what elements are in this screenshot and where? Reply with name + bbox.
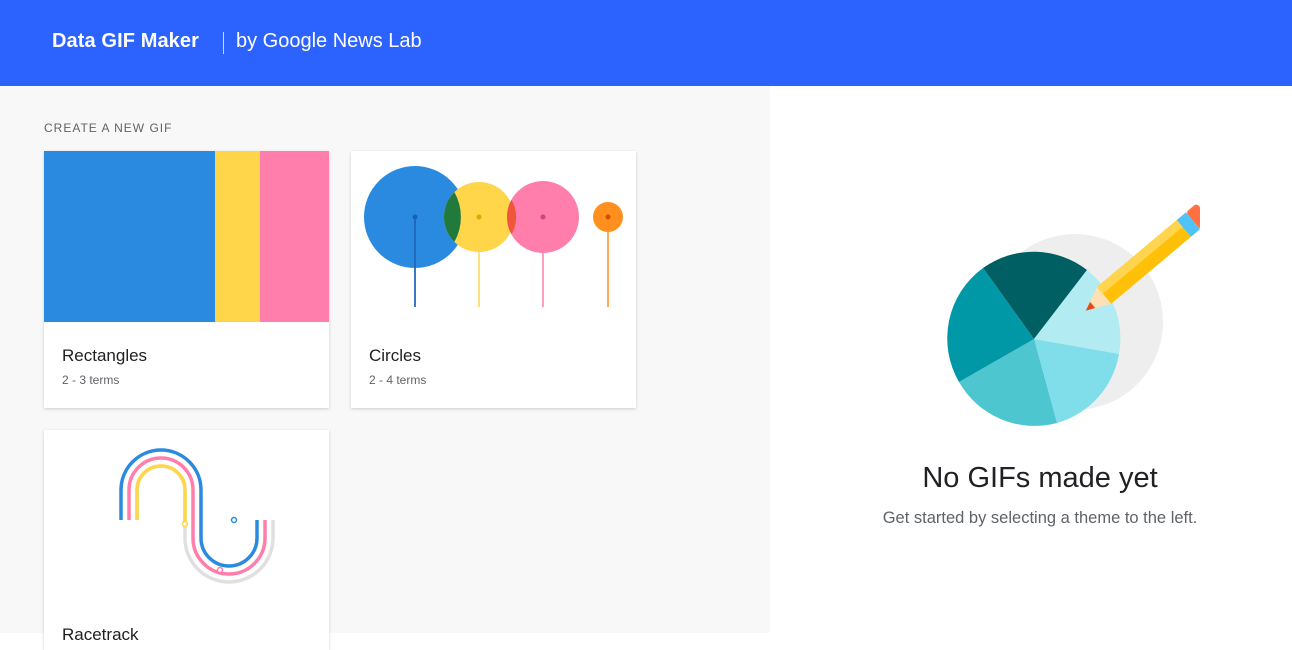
header-divider [223, 32, 224, 54]
empty-state-title: No GIFs made yet [922, 462, 1158, 494]
card-racetrack[interactable]: Racetrack [44, 430, 329, 650]
gallery-panel: No GIFs made yet Get started by selectin… [770, 86, 1292, 633]
section-title: CREATE A NEW GIF [44, 121, 173, 135]
circles-thumbnail [364, 166, 623, 307]
pie-chart-pencil-illustration [947, 204, 1200, 426]
app-header: Data GIF Maker by Google News Lab [0, 0, 1292, 86]
create-panel: CREATE A NEW GIF Rectangles 2 - 3 terms [0, 86, 770, 650]
app-title[interactable]: Data GIF Maker [52, 30, 199, 53]
empty-state-subtitle: Get started by selecting a theme to the … [882, 509, 1198, 527]
racetrack-thumbnail [119, 448, 275, 584]
card-circles[interactable]: Circles 2 - 4 terms [351, 151, 636, 408]
rectangles-thumbnail [44, 151, 329, 322]
app-byline: by Google News Lab [236, 30, 422, 52]
card-rectangles[interactable]: Rectangles 2 - 3 terms [44, 151, 329, 408]
card-subtitle: 2 - 3 terms [62, 373, 120, 387]
card-title: Racetrack [62, 625, 139, 644]
card-title: Circles [369, 346, 421, 365]
card-subtitle: 2 - 4 terms [369, 373, 427, 387]
card-title: Rectangles [62, 346, 148, 365]
